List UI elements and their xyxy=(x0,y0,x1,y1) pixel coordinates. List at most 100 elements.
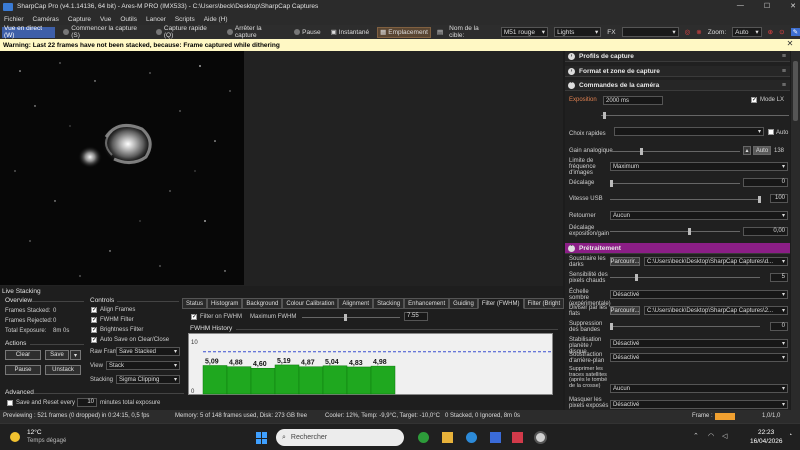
wifi-icon[interactable]: ◠ xyxy=(708,432,714,440)
weather-temp[interactable]: 12°C xyxy=(27,429,42,436)
fwhm-filter-checkbox[interactable] xyxy=(91,316,97,323)
autosave-checkbox[interactable] xyxy=(91,336,97,343)
frame-rate-limit-select[interactable]: Maximum ▾ xyxy=(610,162,788,171)
histogram-icon[interactable]: ◎ xyxy=(685,28,691,36)
max-fwhm-slider[interactable] xyxy=(302,314,400,321)
quick-capture-button[interactable]: Capture rapide (Q) xyxy=(154,25,219,39)
hot-pixel-value[interactable]: 5 xyxy=(770,273,788,282)
scrollbar-thumb[interactable] xyxy=(793,61,798,121)
offset-value[interactable]: 0 xyxy=(743,178,788,187)
fx-select[interactable]: ▾ xyxy=(621,27,679,37)
max-fwhm-value[interactable]: 7.55 xyxy=(404,312,428,321)
exposure-select[interactable]: 2000 ms xyxy=(603,96,663,105)
background-subtraction-select[interactable]: Désactivé ▾ xyxy=(610,353,788,362)
darks-path-select[interactable]: C:\Users\beck\Desktop\SharpCap Captures\… xyxy=(644,257,788,266)
hamburger-icon[interactable]: ≡ xyxy=(782,82,786,89)
sharpcap-app-icon[interactable] xyxy=(534,431,547,444)
offset-slider[interactable] xyxy=(610,180,740,187)
weather-sun-icon[interactable] xyxy=(10,432,20,442)
menu-file[interactable]: Fichier xyxy=(4,16,24,23)
hot-pixel-slider[interactable] xyxy=(610,274,760,281)
tools-icon[interactable]: ⊕ xyxy=(768,28,773,36)
tab-histogram[interactable]: Histogram xyxy=(207,298,243,309)
tab-enhancement[interactable]: Enhancement xyxy=(404,298,450,309)
exposure-slider[interactable] xyxy=(601,112,789,119)
weather-desc[interactable]: Temps dégagé xyxy=(27,438,66,444)
section-camera-controls[interactable]: ˇ Commandes de la caméra ≡ xyxy=(565,80,790,91)
planet-stabilization-select[interactable]: Désactivé ▾ xyxy=(610,339,788,348)
menu-cameras[interactable]: Caméras xyxy=(33,16,59,23)
satellite-trail-select[interactable]: Aucun ▾ xyxy=(610,384,788,393)
exposure-gain-offset-slider[interactable] xyxy=(610,228,740,235)
frame-type-select[interactable]: Lights ▾ xyxy=(554,27,602,37)
gain-color-icon[interactable]: ▴ xyxy=(743,146,751,155)
save-reset-checkbox[interactable] xyxy=(7,400,13,406)
clock-date[interactable]: 16/04/2026 xyxy=(750,438,783,445)
file-explorer-icon[interactable] xyxy=(442,432,453,443)
menu-scripts[interactable]: Scripts xyxy=(175,16,195,23)
gain-slider[interactable] xyxy=(610,148,740,155)
maximize-icon[interactable]: ☐ xyxy=(764,2,770,10)
store-app-icon[interactable] xyxy=(490,432,501,443)
tab-stacking[interactable]: Stacking xyxy=(373,298,405,309)
usb-speed-value[interactable]: 100 xyxy=(770,194,788,203)
notifications-bell-icon[interactable]: ◔ xyxy=(788,432,792,439)
unstack-button[interactable]: Unstack xyxy=(45,365,81,375)
menu-view[interactable]: Vue xyxy=(100,16,111,23)
red-app-icon[interactable] xyxy=(512,432,523,443)
edge-browser-icon[interactable] xyxy=(466,432,477,443)
xbox-app-icon[interactable] xyxy=(418,432,429,443)
warning-close-icon[interactable]: ✕ xyxy=(780,39,800,51)
clock-time[interactable]: 22:23 xyxy=(758,429,774,436)
tab-colour-calibration[interactable]: Colour Calibration xyxy=(282,298,339,309)
pause-stacking-button[interactable]: Pause xyxy=(5,365,41,375)
tab-filter-fwhm[interactable]: Filter (FWHM) xyxy=(477,298,524,309)
save-button[interactable]: Save xyxy=(45,350,69,360)
flip-select[interactable]: Aucun ▾ xyxy=(610,211,788,220)
taskbar-search-box[interactable]: ⌕ Rechercher xyxy=(276,429,404,446)
close-icon[interactable]: ✕ xyxy=(790,2,796,10)
save-reset-minutes-input[interactable]: 10 xyxy=(77,398,97,407)
menu-launch[interactable]: Lancer xyxy=(146,16,166,23)
view-select[interactable]: Stack ▾ xyxy=(106,361,180,370)
tab-background[interactable]: Background xyxy=(242,298,283,309)
minimize-icon[interactable]: — xyxy=(737,2,744,10)
section-format-area[interactable]: › Format et zone de capture ≡ xyxy=(565,66,790,77)
raw-frames-select[interactable]: Save Stacked ▾ xyxy=(116,347,180,356)
tray-chevron-up-icon[interactable]: ⌃ xyxy=(693,432,699,440)
banding-slider[interactable] xyxy=(610,323,760,330)
darks-browse-button[interactable]: Parcourir... xyxy=(610,257,640,266)
align-frames-checkbox[interactable] xyxy=(91,306,97,313)
banding-value[interactable]: 0 xyxy=(770,322,788,331)
start-capture-button[interactable]: Commencer la capture (S) xyxy=(61,25,148,39)
clear-button[interactable]: Clear xyxy=(5,350,41,360)
brush-icon[interactable]: ✎ xyxy=(790,28,800,36)
pause-button[interactable]: Pause xyxy=(292,27,322,38)
menu-tools[interactable]: Outils xyxy=(120,16,137,23)
filter-on-fwhm-checkbox[interactable] xyxy=(191,313,197,320)
save-dropdown-chevron-icon[interactable]: ▾ xyxy=(70,350,81,360)
lx-mode-checkbox[interactable] xyxy=(751,96,757,103)
flats-browse-button[interactable]: Parcourir... xyxy=(610,306,640,315)
tab-alignment[interactable]: Alignment xyxy=(338,298,374,309)
snapshot-button[interactable]: ▣ Instantané xyxy=(329,27,372,38)
auto-exposure-checkbox[interactable] xyxy=(768,129,774,135)
mask-pixels-select[interactable]: Désactivé ▾ xyxy=(610,400,788,409)
astro-image[interactable] xyxy=(0,51,244,285)
tab-filter-brightness[interactable]: Filter (Bright xyxy=(523,298,565,309)
flats-path-select[interactable]: C:\Users\beck\Desktop\SharpCap Captures\… xyxy=(644,306,788,315)
volume-icon[interactable]: ◁ xyxy=(722,432,727,440)
windows-start-icon[interactable] xyxy=(256,432,268,444)
hamburger-icon[interactable]: ≡ xyxy=(782,68,786,75)
exposure-gain-offset-value[interactable]: 0,00 xyxy=(743,227,788,236)
section-preprocessing[interactable]: ˇ Prétraitement xyxy=(565,243,790,254)
live-view-button[interactable]: Vue en direct (W) xyxy=(2,25,56,39)
framing-button[interactable]: ▦ Emplacement xyxy=(377,26,431,38)
usb-speed-slider[interactable] xyxy=(610,196,761,203)
quick-choices-select[interactable]: ▾ xyxy=(614,127,764,136)
stacking-select[interactable]: Sigma Clipping ▾ xyxy=(116,375,180,384)
brightness-filter-checkbox[interactable] xyxy=(91,326,97,333)
gain-auto-button[interactable]: Auto xyxy=(753,146,771,155)
menu-capture[interactable]: Capture xyxy=(68,16,91,23)
right-panel-scrollbar[interactable] xyxy=(791,51,800,410)
